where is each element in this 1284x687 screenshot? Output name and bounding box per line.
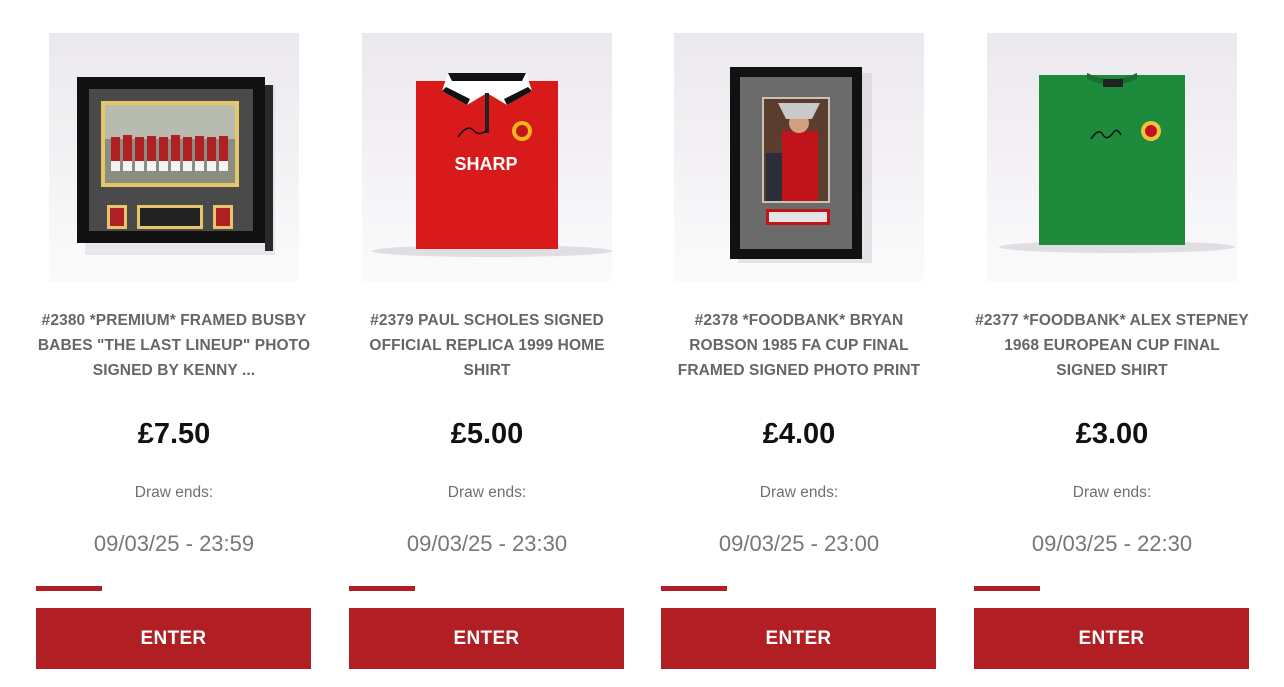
product-card: #2377 *FOODBANK* ALEX STEPNEY 1968 EUROP… [974, 0, 1250, 687]
product-card: SHARP #2379 PAUL SCHOLES SIGNED OFFICIAL… [349, 0, 625, 687]
framed-team-photo-icon [77, 77, 275, 255]
product-title[interactable]: #2379 PAUL SCHOLES SIGNED OFFICIAL REPLI… [349, 308, 625, 383]
product-card: #2378 *FOODBANK* BRYAN ROBSON 1985 FA CU… [661, 0, 937, 687]
product-image[interactable] [987, 33, 1237, 282]
red-shirt-icon: SHARP [372, 73, 612, 257]
accent-bar [349, 586, 415, 591]
product-image[interactable] [674, 33, 924, 282]
enter-button[interactable]: ENTER [36, 608, 311, 669]
draw-ends-label: Draw ends: [1072, 484, 1152, 501]
enter-button[interactable]: ENTER [349, 608, 624, 669]
draw-end-date: 09/03/25 - 22:30 [1031, 531, 1193, 556]
enter-button[interactable]: ENTER [661, 608, 936, 669]
draw-ends-label: Draw ends: [134, 484, 214, 501]
draw-end-date: 09/03/25 - 23:00 [718, 531, 880, 556]
product-price: £3.00 [1075, 418, 1149, 450]
product-title[interactable]: #2380 *PREMIUM* FRAMED BUSBY BABES "THE … [36, 308, 312, 383]
draw-ends-label: Draw ends: [759, 484, 839, 501]
draw-ends-label: Draw ends: [447, 484, 527, 501]
product-price: £7.50 [137, 418, 211, 450]
shirt-sponsor-text: SHARP [454, 154, 517, 174]
product-card: #2380 *PREMIUM* FRAMED BUSBY BABES "THE … [36, 0, 312, 687]
product-grid: #2380 *PREMIUM* FRAMED BUSBY BABES "THE … [0, 0, 1284, 687]
accent-bar [661, 586, 727, 591]
accent-bar [974, 586, 1040, 591]
product-price: £4.00 [762, 418, 836, 450]
product-image[interactable] [49, 33, 299, 282]
product-title[interactable]: #2378 *FOODBANK* BRYAN ROBSON 1985 FA CU… [661, 308, 937, 383]
enter-button[interactable]: ENTER [974, 608, 1249, 669]
draw-end-date: 09/03/25 - 23:30 [406, 531, 568, 556]
draw-end-date: 09/03/25 - 23:59 [93, 531, 255, 556]
accent-bar [36, 586, 102, 591]
product-image[interactable]: SHARP [362, 33, 612, 282]
product-title[interactable]: #2377 *FOODBANK* ALEX STEPNEY 1968 EUROP… [974, 308, 1250, 383]
green-shirt-icon [999, 73, 1235, 253]
product-price: £5.00 [450, 418, 524, 450]
framed-photo-print-icon [730, 67, 872, 263]
